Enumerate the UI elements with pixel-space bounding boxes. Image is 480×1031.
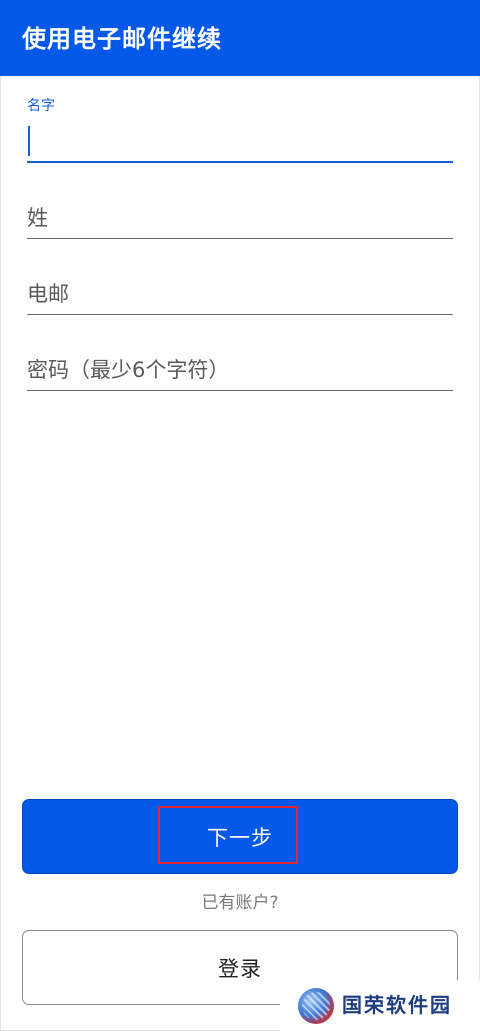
last-name-field[interactable]: 姓 (27, 200, 453, 242)
password-placeholder: 密码（最少6个字符） (27, 358, 230, 382)
have-account-text: 已有账户? (201, 893, 279, 913)
password-underline (27, 390, 453, 391)
watermark-text: 国荣软件园 (342, 993, 452, 1017)
next-button-label: 下一步 (207, 826, 273, 850)
globe-logo-icon (298, 988, 334, 1024)
first-name-label: 名字 (27, 98, 55, 114)
email-field[interactable]: 电邮 (27, 276, 453, 318)
login-button-label: 登录 (218, 957, 262, 981)
watermark: 国荣软件园 (280, 980, 480, 1031)
password-field[interactable]: 密码（最少6个字符） (27, 352, 453, 394)
last-name-underline (27, 238, 453, 239)
first-name-underline (27, 161, 453, 163)
email-underline (27, 314, 453, 315)
page-title: 使用电子邮件继续 (22, 25, 222, 53)
last-name-placeholder: 姓 (27, 206, 48, 230)
text-caret (28, 126, 30, 156)
next-button[interactable]: 下一步 (22, 799, 458, 874)
email-placeholder: 电邮 (27, 282, 69, 306)
first-name-field[interactable]: 名字 (27, 97, 453, 165)
app-bar: 使用电子邮件继续 (0, 0, 480, 76)
